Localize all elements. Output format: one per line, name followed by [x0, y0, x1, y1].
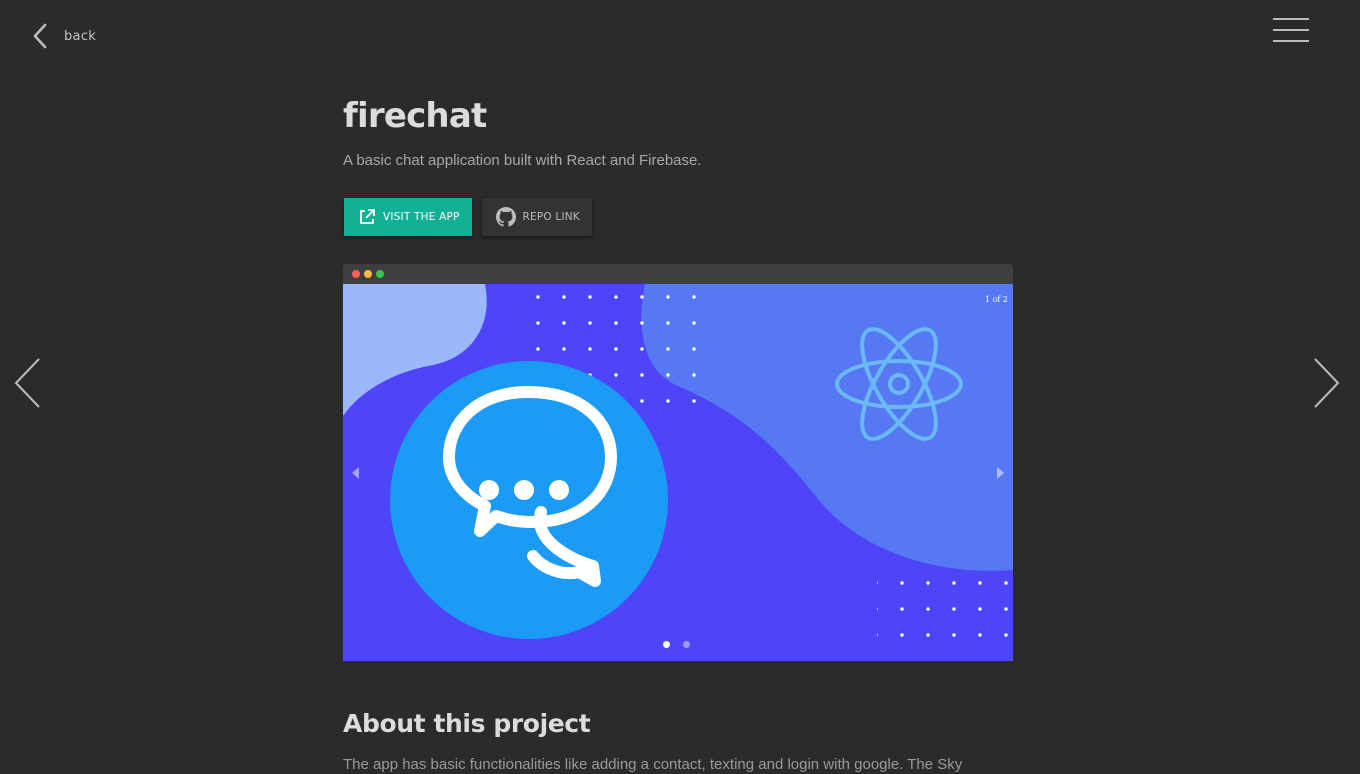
minimize-dot-icon [364, 270, 372, 278]
about-heading: About this project [343, 709, 591, 738]
carousel-prev-button[interactable] [349, 466, 363, 480]
browser-titlebar [343, 264, 1013, 284]
back-label: back [64, 28, 97, 44]
project-description: A basic chat application built with Reac… [343, 152, 702, 169]
chevron-left-icon [14, 358, 40, 408]
project-title: firechat [343, 96, 487, 136]
chevron-right-icon [1314, 358, 1340, 408]
carousel-slide: 1 of 2 [343, 284, 1013, 661]
carousel-indicators [663, 641, 690, 648]
chevron-left-icon [33, 23, 47, 49]
carousel-next-button[interactable] [993, 466, 1007, 480]
carousel-dot-2[interactable] [683, 641, 690, 648]
about-text: The app has basic functionalities like a… [343, 756, 963, 773]
close-dot-icon [352, 270, 360, 278]
project-header: firechat A basic chat application built … [343, 94, 1013, 236]
next-project-button[interactable] [1310, 355, 1344, 411]
external-link-icon [360, 209, 375, 224]
slide-image [343, 284, 1013, 661]
project-actions: VISIT THE APP REPO LINK [344, 198, 592, 236]
slide-counter: 1 of 2 [984, 295, 1008, 304]
back-link[interactable]: back [30, 22, 96, 50]
visit-app-label: VISIT THE APP [383, 211, 460, 223]
caret-left-icon [352, 467, 359, 479]
caret-right-icon [997, 467, 1004, 479]
visit-app-button[interactable]: VISIT THE APP [344, 198, 472, 236]
previous-project-button[interactable] [10, 355, 44, 411]
maximize-dot-icon [376, 270, 384, 278]
carousel-dot-1[interactable] [663, 641, 670, 648]
github-icon [495, 207, 516, 227]
repo-link-label: REPO LINK [522, 211, 580, 223]
repo-link-button[interactable]: REPO LINK [481, 198, 592, 236]
menu-button[interactable] [1273, 18, 1309, 44]
screenshot-carousel: 1 of 2 [343, 264, 1013, 661]
